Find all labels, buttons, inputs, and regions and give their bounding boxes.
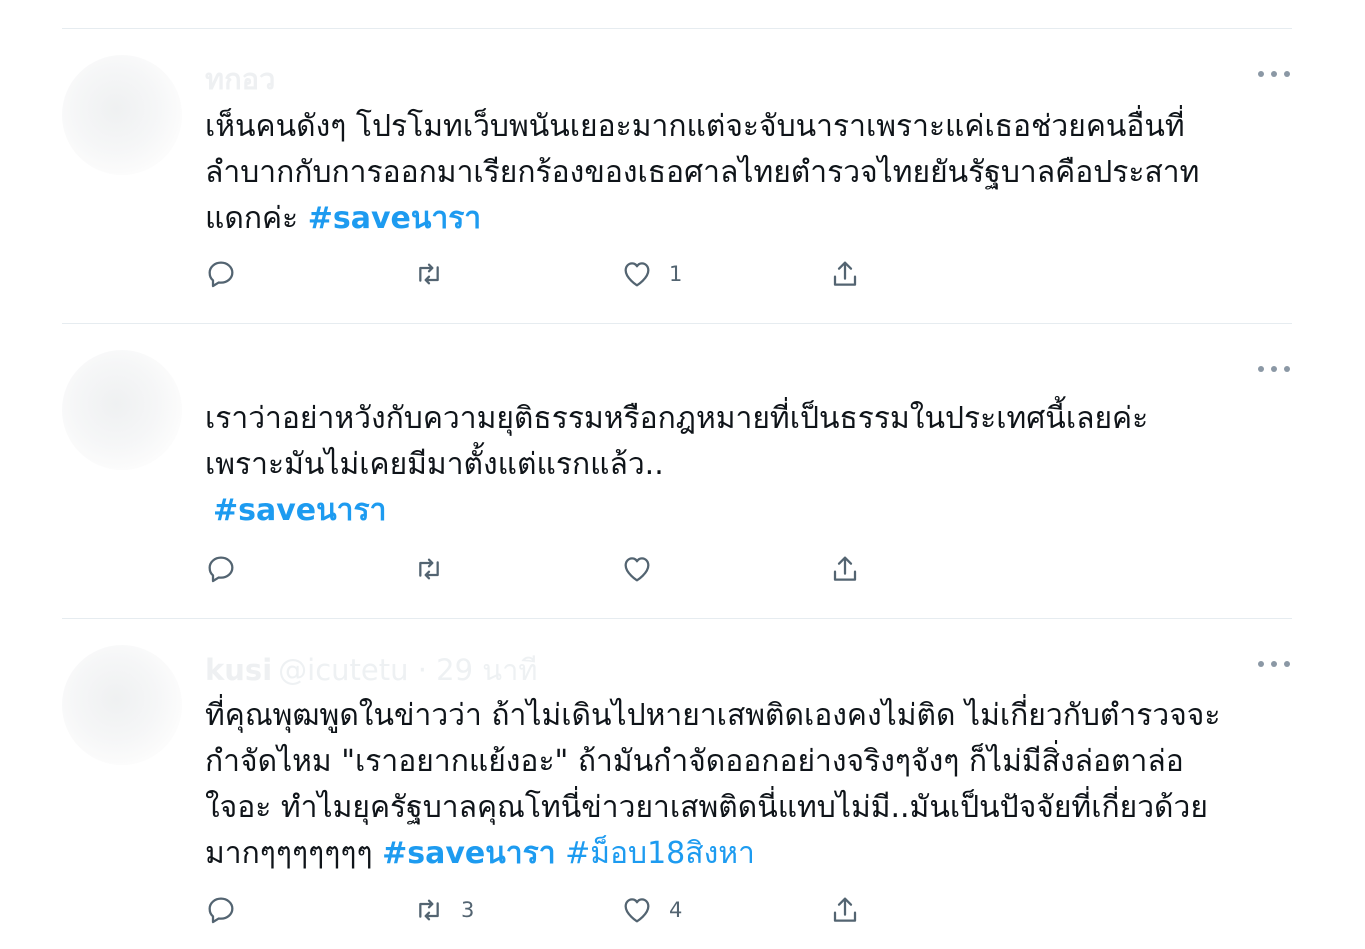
tweet-actions: 1 — [205, 257, 905, 291]
avatar[interactable] — [62, 55, 182, 175]
like-button[interactable]: 4 — [621, 893, 682, 927]
retweet-icon — [419, 899, 439, 921]
author-name[interactable]: kusi — [205, 653, 272, 687]
tweet-header: kusi @icutetu · 29 นาที — [205, 647, 537, 693]
text-line-with-hashtags: มากๆๆๆๆๆๆๆ #saveนารา #ม็อบ18สิงหา — [205, 831, 1220, 877]
hashtag-link[interactable]: #saveนารา — [308, 201, 481, 236]
heart-icon — [624, 262, 650, 287]
heart-icon — [624, 557, 650, 582]
tweet-text: เราว่าอย่าหวังกับความยุติธรรมหรือกฎหมายท… — [205, 396, 1148, 534]
tweet-actions — [205, 552, 905, 586]
share-button[interactable] — [829, 552, 861, 586]
share-icon — [833, 897, 857, 922]
retweet-button[interactable] — [413, 552, 461, 586]
tweet-header: ทกอว — [205, 56, 275, 102]
like-button[interactable]: 1 — [621, 257, 682, 291]
share-button[interactable] — [829, 257, 861, 291]
tweet-text: ที่คุณพุฒพูดในข่าวว่า ถ้าไม่เดินไปหายาเส… — [205, 693, 1220, 877]
text-line: กำจัดไหม "เราอยากแย้งอะ" ถ้ามันกำจัดออกอ… — [205, 744, 1184, 779]
more-horizontal-icon — [1258, 71, 1264, 77]
reply-icon — [208, 556, 234, 583]
more-dot — [1271, 366, 1277, 372]
share-button[interactable] — [829, 893, 861, 927]
more-horizontal-icon — [1258, 366, 1264, 372]
more-options-button[interactable] — [1258, 659, 1290, 669]
more-options-button[interactable] — [1258, 364, 1290, 374]
share-icon — [833, 556, 857, 581]
retweet-count: 3 — [461, 898, 475, 922]
like-count: 1 — [669, 262, 683, 286]
retweet-button[interactable] — [413, 257, 461, 291]
author-name[interactable]: ทกอว — [205, 62, 275, 96]
more-dot — [1284, 71, 1290, 77]
text-line: เห็นคนดังๆ โปรโมทเว็บพนันเยอะมากแต่จะจับ… — [205, 109, 1185, 144]
text-line: ลำบากกับการออกมาเรียกร้องของเธอศาลไทยตำร… — [205, 155, 1200, 190]
avatar[interactable] — [62, 645, 182, 765]
more-dot — [1284, 661, 1290, 667]
more-horizontal-icon — [1258, 661, 1264, 667]
more-options-button[interactable] — [1258, 69, 1290, 79]
like-count: 4 — [669, 898, 683, 922]
retweet-button[interactable]: 3 — [413, 893, 474, 927]
text-line: ที่คุณพุฒพูดในข่าวว่า ถ้าไม่เดินไปหายาเส… — [205, 698, 1221, 733]
heart-icon — [624, 898, 650, 923]
author-handle[interactable]: @icutetu · 29 นาที — [278, 653, 537, 687]
text-line: เราว่าอย่าหวังกับความยุติธรรมหรือกฎหมายท… — [205, 401, 1149, 436]
more-dot — [1271, 661, 1277, 667]
text-line: ใจอะ ทำไมยุครัฐบาลคุณโทนี่ข่าวยาเสพติดนี… — [205, 790, 1208, 825]
reply-button[interactable] — [205, 893, 253, 927]
hashtag-line: #saveนารา — [205, 488, 1148, 534]
hashtag-link[interactable]: #ม็อบ18สิงหา — [565, 836, 755, 871]
tweet-text: เห็นคนดังๆ โปรโมทเว็บพนันเยอะมากแต่จะจับ… — [205, 104, 1199, 242]
tweet-actions: 3 4 — [205, 893, 905, 927]
text-line: เพราะมันไม่เคยมีมาตั้งแต่แรกแล้ว.. — [205, 447, 664, 482]
text-segment: มากๆๆๆๆๆๆๆ — [205, 836, 383, 871]
text-line-with-hashtag: แดกค่ะ #saveนารา — [205, 196, 1199, 242]
more-dot — [1284, 366, 1290, 372]
share-icon — [833, 261, 857, 286]
tweet-divider — [62, 323, 1292, 324]
like-button[interactable] — [621, 552, 669, 586]
hashtag-link[interactable]: #saveนารา — [213, 493, 386, 528]
avatar[interactable] — [62, 350, 182, 470]
more-dot — [1271, 71, 1277, 77]
reply-icon — [208, 897, 234, 924]
reply-button[interactable] — [205, 552, 253, 586]
retweet-icon — [419, 263, 439, 285]
reply-icon — [208, 261, 234, 288]
tweet-divider — [62, 618, 1292, 619]
reply-button[interactable] — [205, 257, 253, 291]
text-segment: แดกค่ะ — [205, 201, 308, 236]
hashtag-link[interactable]: #saveนารา — [382, 836, 555, 871]
retweet-icon — [419, 558, 439, 580]
top-divider — [62, 28, 1292, 29]
